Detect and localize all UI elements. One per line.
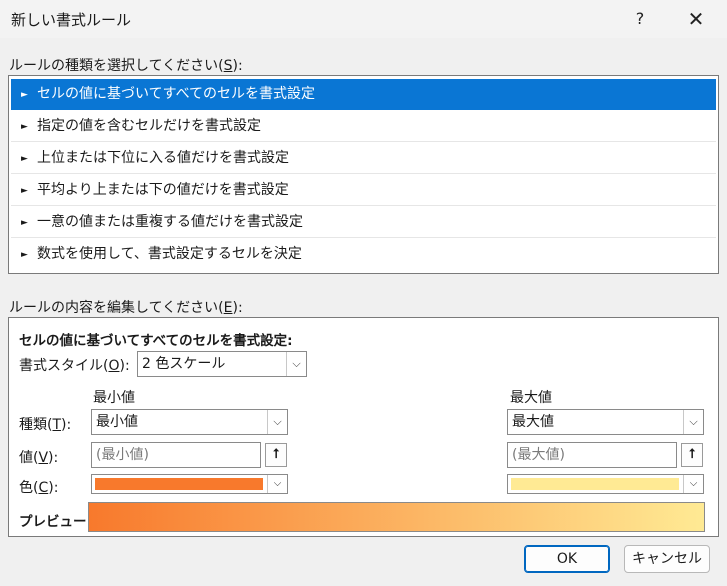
color-scale-preview [88, 502, 705, 532]
format-style-dropdown[interactable]: 2 色スケール ⌵ [137, 351, 307, 377]
rule-type-list[interactable]: ► セルの値に基づいてすべてのセルを書式設定 ► 指定の値を含むセルだけを書式設定 … [8, 75, 719, 274]
min-value-input[interactable]: (最小値) [91, 442, 261, 468]
help-button[interactable]: ? [624, 5, 656, 33]
value-label: 値(V): [19, 450, 59, 466]
min-type-value: 最小値 [96, 414, 138, 430]
bullet-arrow-icon: ► [21, 90, 28, 100]
chevron-down-icon: ⌵ [683, 410, 703, 434]
color-label: 色(C): [19, 480, 59, 496]
close-icon: ✕ [687, 7, 705, 31]
dialog-title: 新しい書式ルール [11, 11, 132, 29]
bullet-arrow-icon: ► [21, 122, 28, 132]
max-value-range-button[interactable]: ⭡ [681, 443, 703, 467]
rule-type-heading: ルールの種類を選択してください(S): [9, 58, 243, 74]
max-value-input[interactable]: (最大値) [507, 442, 677, 468]
max-color-picker[interactable]: ⌵ [507, 474, 704, 494]
type-label: 種類(T): [19, 417, 72, 433]
min-color-picker[interactable]: ⌵ [91, 474, 288, 494]
bullet-arrow-icon: ► [21, 250, 28, 260]
rule-type-item[interactable]: ► 数式を使用して、書式設定するセルを決定 [11, 239, 716, 270]
rule-type-item[interactable]: ► 指定の値を含むセルだけを書式設定 [11, 111, 716, 142]
min-type-dropdown[interactable]: 最小値 ⌵ [91, 409, 288, 435]
bullet-arrow-icon: ► [21, 218, 28, 228]
edit-rule-title: セルの値に基づいてすべてのセルを書式設定: [19, 333, 293, 349]
min-header: 最小値 [93, 390, 135, 406]
rule-type-item[interactable]: ► 平均より上または下の値だけを書式設定 [11, 175, 716, 206]
upload-arrow-icon: ⭡ [272, 447, 280, 462]
bullet-arrow-icon: ► [21, 154, 28, 164]
rule-type-item[interactable]: ► セルの値に基づいてすべてのセルを書式設定 [11, 79, 716, 110]
edit-rule-heading: ルールの内容を編集してください(E): [9, 300, 243, 316]
chevron-down-icon: ⌵ [683, 475, 703, 493]
max-color-swatch [511, 478, 679, 490]
max-type-dropdown[interactable]: 最大値 ⌵ [507, 409, 704, 435]
rule-type-item[interactable]: ► 一意の値または重複する値だけを書式設定 [11, 207, 716, 238]
rule-type-item[interactable]: ► 上位または下位に入る値だけを書式設定 [11, 143, 716, 174]
preview-label: プレビュー: [19, 514, 92, 530]
max-header: 最大値 [510, 390, 552, 406]
format-style-label: 書式スタイル(O): [19, 358, 130, 374]
bullet-arrow-icon: ► [21, 186, 28, 196]
chevron-down-icon: ⌵ [267, 475, 287, 493]
format-style-value: 2 色スケール [142, 356, 226, 372]
close-button[interactable]: ✕ [676, 5, 716, 33]
chevron-down-icon: ⌵ [267, 410, 287, 434]
upload-arrow-icon: ⭡ [688, 447, 696, 462]
ok-button[interactable]: OK [524, 545, 610, 573]
cancel-button[interactable]: キャンセル [624, 545, 710, 573]
chevron-down-icon: ⌵ [286, 352, 306, 376]
min-color-swatch [95, 478, 263, 490]
max-type-value: 最大値 [512, 414, 554, 430]
min-value-range-button[interactable]: ⭡ [265, 443, 287, 467]
